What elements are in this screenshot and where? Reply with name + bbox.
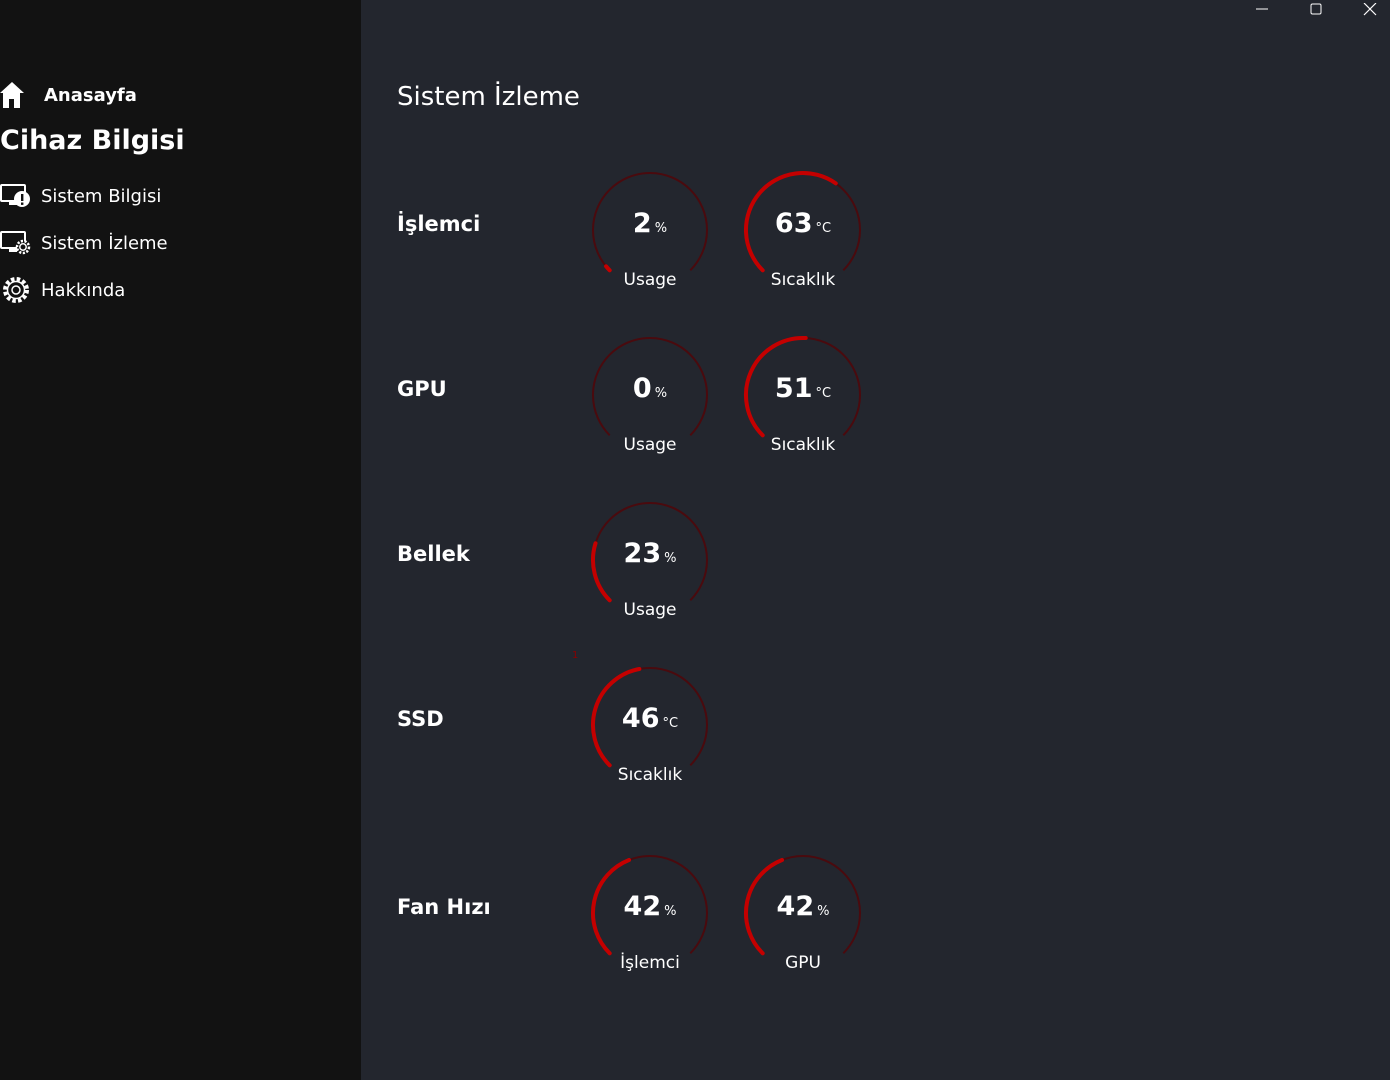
gauge-value: 51 bbox=[774, 373, 813, 404]
gauge-unit: °C bbox=[815, 386, 832, 401]
gauge-value-line: 42% bbox=[590, 891, 710, 922]
sidebar-item-label: Hakkında bbox=[41, 279, 126, 301]
minimize-button[interactable] bbox=[1240, 0, 1284, 20]
sidebar-item-sistem-izleme[interactable]: Sistem İzleme bbox=[0, 228, 168, 258]
gauge-value: 63 bbox=[774, 208, 813, 239]
minimize-icon bbox=[1256, 8, 1268, 10]
gauge-ssd-temp: 46 °C Sıcaklık bbox=[590, 665, 710, 805]
maximize-icon bbox=[1310, 3, 1322, 15]
close-button[interactable] bbox=[1348, 0, 1390, 20]
gauge-value-line: 51 °C bbox=[743, 373, 863, 404]
gauge-caption: Usage bbox=[623, 270, 677, 290]
tick-mark: 1 bbox=[572, 650, 579, 661]
gauge-value: 0 bbox=[632, 373, 652, 404]
main-panel: Sistem İzleme İşlemci GPU Bellek SSD Fan… bbox=[361, 0, 1390, 1080]
row-label-gpu: GPU bbox=[397, 377, 447, 401]
gear-icon bbox=[0, 276, 32, 304]
monitor-gear-icon bbox=[0, 229, 32, 257]
gauge-value-line: 0% bbox=[590, 373, 710, 404]
gauge-gpu-temp: 51 °C Sıcaklık bbox=[743, 335, 863, 475]
sidebar-heading: Cihaz Bilgisi bbox=[0, 125, 185, 156]
monitor-info-icon bbox=[0, 182, 32, 210]
gauge-caption: Sıcaklık bbox=[617, 765, 683, 785]
sidebar-item-sistem-bilgisi[interactable]: Sistem Bilgisi bbox=[0, 181, 161, 211]
gauge-value: 2 bbox=[632, 208, 652, 239]
gauge-unit: % bbox=[817, 904, 830, 919]
sidebar-item-label: Sistem Bilgisi bbox=[41, 185, 162, 207]
nav-home[interactable]: Anasayfa bbox=[0, 80, 137, 110]
gauge-value: 42 bbox=[776, 891, 815, 922]
gauge-caption: GPU bbox=[785, 953, 821, 973]
row-label-ssd: SSD bbox=[397, 707, 444, 731]
gauge-cpu-usage: 2% Usage bbox=[590, 170, 710, 310]
gauge-unit: % bbox=[654, 386, 668, 401]
sidebar: Anasayfa Cihaz Bilgisi Sistem Bilgisi Si… bbox=[0, 0, 361, 1080]
gauge-caption: Usage bbox=[623, 600, 677, 620]
close-icon bbox=[1363, 3, 1377, 16]
row-label-fan: Fan Hızı bbox=[397, 895, 491, 919]
home-icon bbox=[0, 81, 26, 109]
gauge-fan-gpu: 42% GPU bbox=[743, 853, 863, 993]
gauge-value-line: 46 °C bbox=[590, 703, 710, 734]
gauge-memory-usage: 23% Usage bbox=[590, 500, 710, 640]
nav-home-label: Anasayfa bbox=[44, 84, 137, 106]
sidebar-item-hakkinda[interactable]: Hakkında bbox=[0, 275, 125, 305]
gauge-unit: °C bbox=[815, 221, 832, 236]
sidebar-item-label: Sistem İzleme bbox=[41, 232, 168, 254]
gauge-unit: % bbox=[654, 221, 668, 236]
page-title: Sistem İzleme bbox=[397, 82, 580, 112]
gauge-caption: Usage bbox=[623, 435, 677, 455]
gauge-fan-cpu: 42% İşlemci bbox=[590, 853, 710, 993]
gauge-unit: °C bbox=[662, 716, 679, 731]
gauge-caption: Sıcaklık bbox=[770, 435, 836, 455]
row-label-cpu: İşlemci bbox=[397, 212, 481, 236]
gauge-value: 42 bbox=[623, 891, 662, 922]
gauge-gpu-usage: 0% Usage bbox=[590, 335, 710, 475]
gauge-value-line: 2% bbox=[590, 208, 710, 239]
gauge-value: 23 bbox=[623, 538, 662, 569]
gauge-unit: % bbox=[664, 904, 677, 919]
gauge-unit: % bbox=[664, 551, 677, 566]
gauge-value-line: 23% bbox=[590, 538, 710, 569]
gauge-caption: İşlemci bbox=[620, 953, 680, 973]
gauge-value: 46 bbox=[621, 703, 660, 734]
maximize-button[interactable] bbox=[1294, 0, 1338, 20]
gauge-value-line: 42% bbox=[743, 891, 863, 922]
gauge-caption: Sıcaklık bbox=[770, 270, 836, 290]
gauge-value-line: 63 °C bbox=[743, 208, 863, 239]
row-label-memory: Bellek bbox=[397, 542, 470, 566]
gauge-cpu-temp: 63 °C Sıcaklık bbox=[743, 170, 863, 310]
